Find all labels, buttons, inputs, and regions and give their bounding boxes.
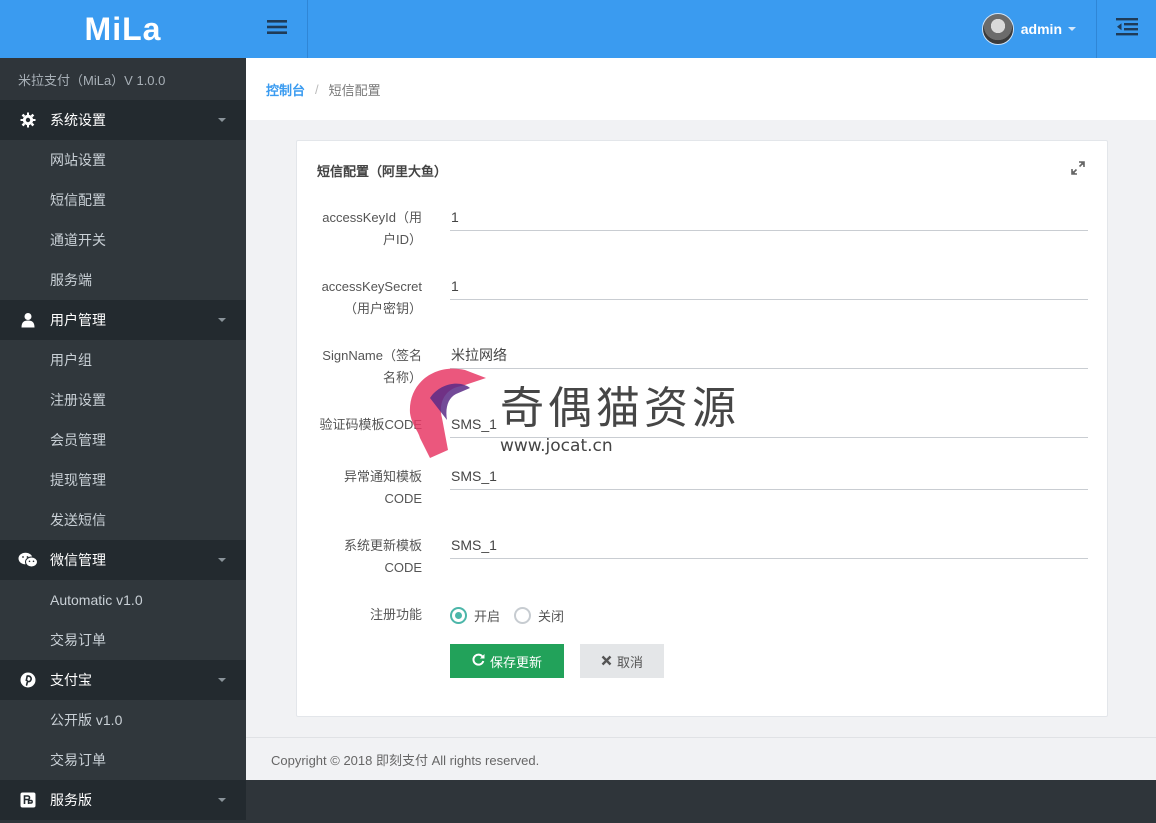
sidebar-group-label: 用户管理 <box>50 312 106 328</box>
sidebar-group-label: 服务版 <box>50 792 92 808</box>
sidebar-item-server[interactable]: 服务端 <box>0 260 246 300</box>
alert-template-code-input[interactable] <box>450 462 1088 490</box>
sidebar-group-system-settings[interactable]: 系统设置 <box>0 100 246 140</box>
copyright-text: Copyright © 2018 即刻支付 All rights reserve… <box>271 752 540 768</box>
sidebar-group-label: 微信管理 <box>50 552 106 568</box>
field-label: accessKeySecret（用户密钥） <box>321 279 422 316</box>
sidebar-group-label: 系统设置 <box>50 112 106 128</box>
footer: Copyright © 2018 即刻支付 All rights reserve… <box>246 737 1156 780</box>
field-label: 系统更新模板CODE <box>343 538 422 575</box>
sms-config-panel: 短信配置（阿里大鱼） accessKeyId（用户ID） accessKeySe… <box>296 140 1108 717</box>
topbar: admin <box>246 0 1156 58</box>
sidebar-item-channel-switch[interactable]: 通道开关 <box>0 220 246 260</box>
access-key-secret-input[interactable] <box>450 272 1088 300</box>
breadcrumb-home-link[interactable]: 控制台 <box>266 80 305 99</box>
expand-icon[interactable] <box>1071 161 1085 175</box>
save-button[interactable]: 保存更新 <box>450 644 564 678</box>
caret-down-icon <box>218 798 226 802</box>
field-label: 异常通知模板CODE <box>343 469 422 506</box>
app-version: 米拉支付（MiLa）V 1.0.0 <box>0 58 246 100</box>
register-radio-group: 开启 关闭 <box>450 604 578 626</box>
bottom-bar <box>246 780 1156 823</box>
caret-down-icon <box>218 678 226 682</box>
sidebar-group-alipay[interactable]: 支付宝 <box>0 660 246 700</box>
field-label: 验证码模板CODE <box>319 417 422 432</box>
sidebar-item-members[interactable]: 会员管理 <box>0 420 246 460</box>
sidebar-group-wechat[interactable]: 微信管理 <box>0 540 246 580</box>
field-label: accessKeyId（用户ID） <box>322 210 422 247</box>
pinterest-icon <box>18 670 38 690</box>
main-content: 短信配置（阿里大鱼） accessKeyId（用户ID） accessKeySe… <box>246 120 1156 737</box>
sign-name-input[interactable] <box>450 341 1088 369</box>
caret-down-icon <box>1068 27 1076 31</box>
sidebar-group-user-management[interactable]: 用户管理 <box>0 300 246 340</box>
gear-icon <box>18 110 38 130</box>
cancel-label: 取消 <box>616 654 643 670</box>
panel-title: 短信配置（阿里大鱼） <box>317 164 448 179</box>
verify-template-code-input[interactable] <box>450 410 1088 438</box>
sidebar-item-alipay-orders[interactable]: 交易订单 <box>0 740 246 780</box>
sidebar-item-alipay-public[interactable]: 公开版 v1.0 <box>0 700 246 740</box>
access-key-id-input[interactable] <box>450 203 1088 231</box>
register-off-option[interactable]: 关闭 <box>514 606 564 625</box>
sidebar-item-wechat-orders[interactable]: 交易订单 <box>0 620 246 660</box>
breadcrumb-separator: / <box>315 81 319 97</box>
sidebar-item-sms-config[interactable]: 短信配置 <box>0 180 246 220</box>
caret-down-icon <box>218 318 226 322</box>
field-label: 注册功能 <box>369 607 422 622</box>
field-label: SignName（签名名称） <box>322 348 422 385</box>
sidebar-item-send-sms[interactable]: 发送短信 <box>0 500 246 540</box>
sidebar-group-service[interactable]: 服务版 <box>0 780 246 820</box>
avatar <box>981 13 1014 45</box>
hamburger-icon <box>266 19 287 40</box>
sidebar: MiLa 米拉支付（MiLa）V 1.0.0 系统设置 网站设置 短信配置 通道… <box>0 0 246 823</box>
app-logo[interactable]: MiLa <box>0 0 246 58</box>
refresh-icon <box>472 653 485 669</box>
wechat-icon <box>18 550 38 570</box>
register-on-option[interactable]: 开启 <box>450 606 500 625</box>
username: admin <box>1020 21 1062 37</box>
sidebar-item-wechat-automatic[interactable]: Automatic v1.0 <box>0 580 246 620</box>
radio-checked[interactable] <box>450 606 467 624</box>
sidebar-toggle-button[interactable] <box>246 0 308 58</box>
radio-label: 关闭 <box>538 608 565 624</box>
indent-list-icon <box>1115 17 1138 41</box>
service-icon <box>18 790 38 810</box>
radio-label: 开启 <box>474 608 501 624</box>
sidebar-item-site-settings[interactable]: 网站设置 <box>0 140 246 180</box>
user-menu[interactable]: admin <box>981 8 1076 50</box>
sidebar-group-label: 支付宝 <box>50 672 92 688</box>
sidebar-item-user-groups[interactable]: 用户组 <box>0 340 246 380</box>
sidebar-item-register-settings[interactable]: 注册设置 <box>0 380 246 420</box>
sidebar-item-withdrawals[interactable]: 提现管理 <box>0 460 246 500</box>
breadcrumb-current: 短信配置 <box>328 82 381 98</box>
breadcrumb: 控制台 / 短信配置 <box>246 58 1156 120</box>
update-template-code-input[interactable] <box>450 531 1088 559</box>
right-panel-toggle-button[interactable] <box>1096 0 1156 58</box>
user-icon <box>18 310 38 330</box>
radio-unchecked[interactable] <box>514 606 532 624</box>
close-icon <box>601 654 612 669</box>
save-label: 保存更新 <box>489 654 542 670</box>
cancel-button[interactable]: 取消 <box>580 644 664 678</box>
caret-down-icon <box>218 118 226 122</box>
caret-down-icon <box>218 558 226 562</box>
